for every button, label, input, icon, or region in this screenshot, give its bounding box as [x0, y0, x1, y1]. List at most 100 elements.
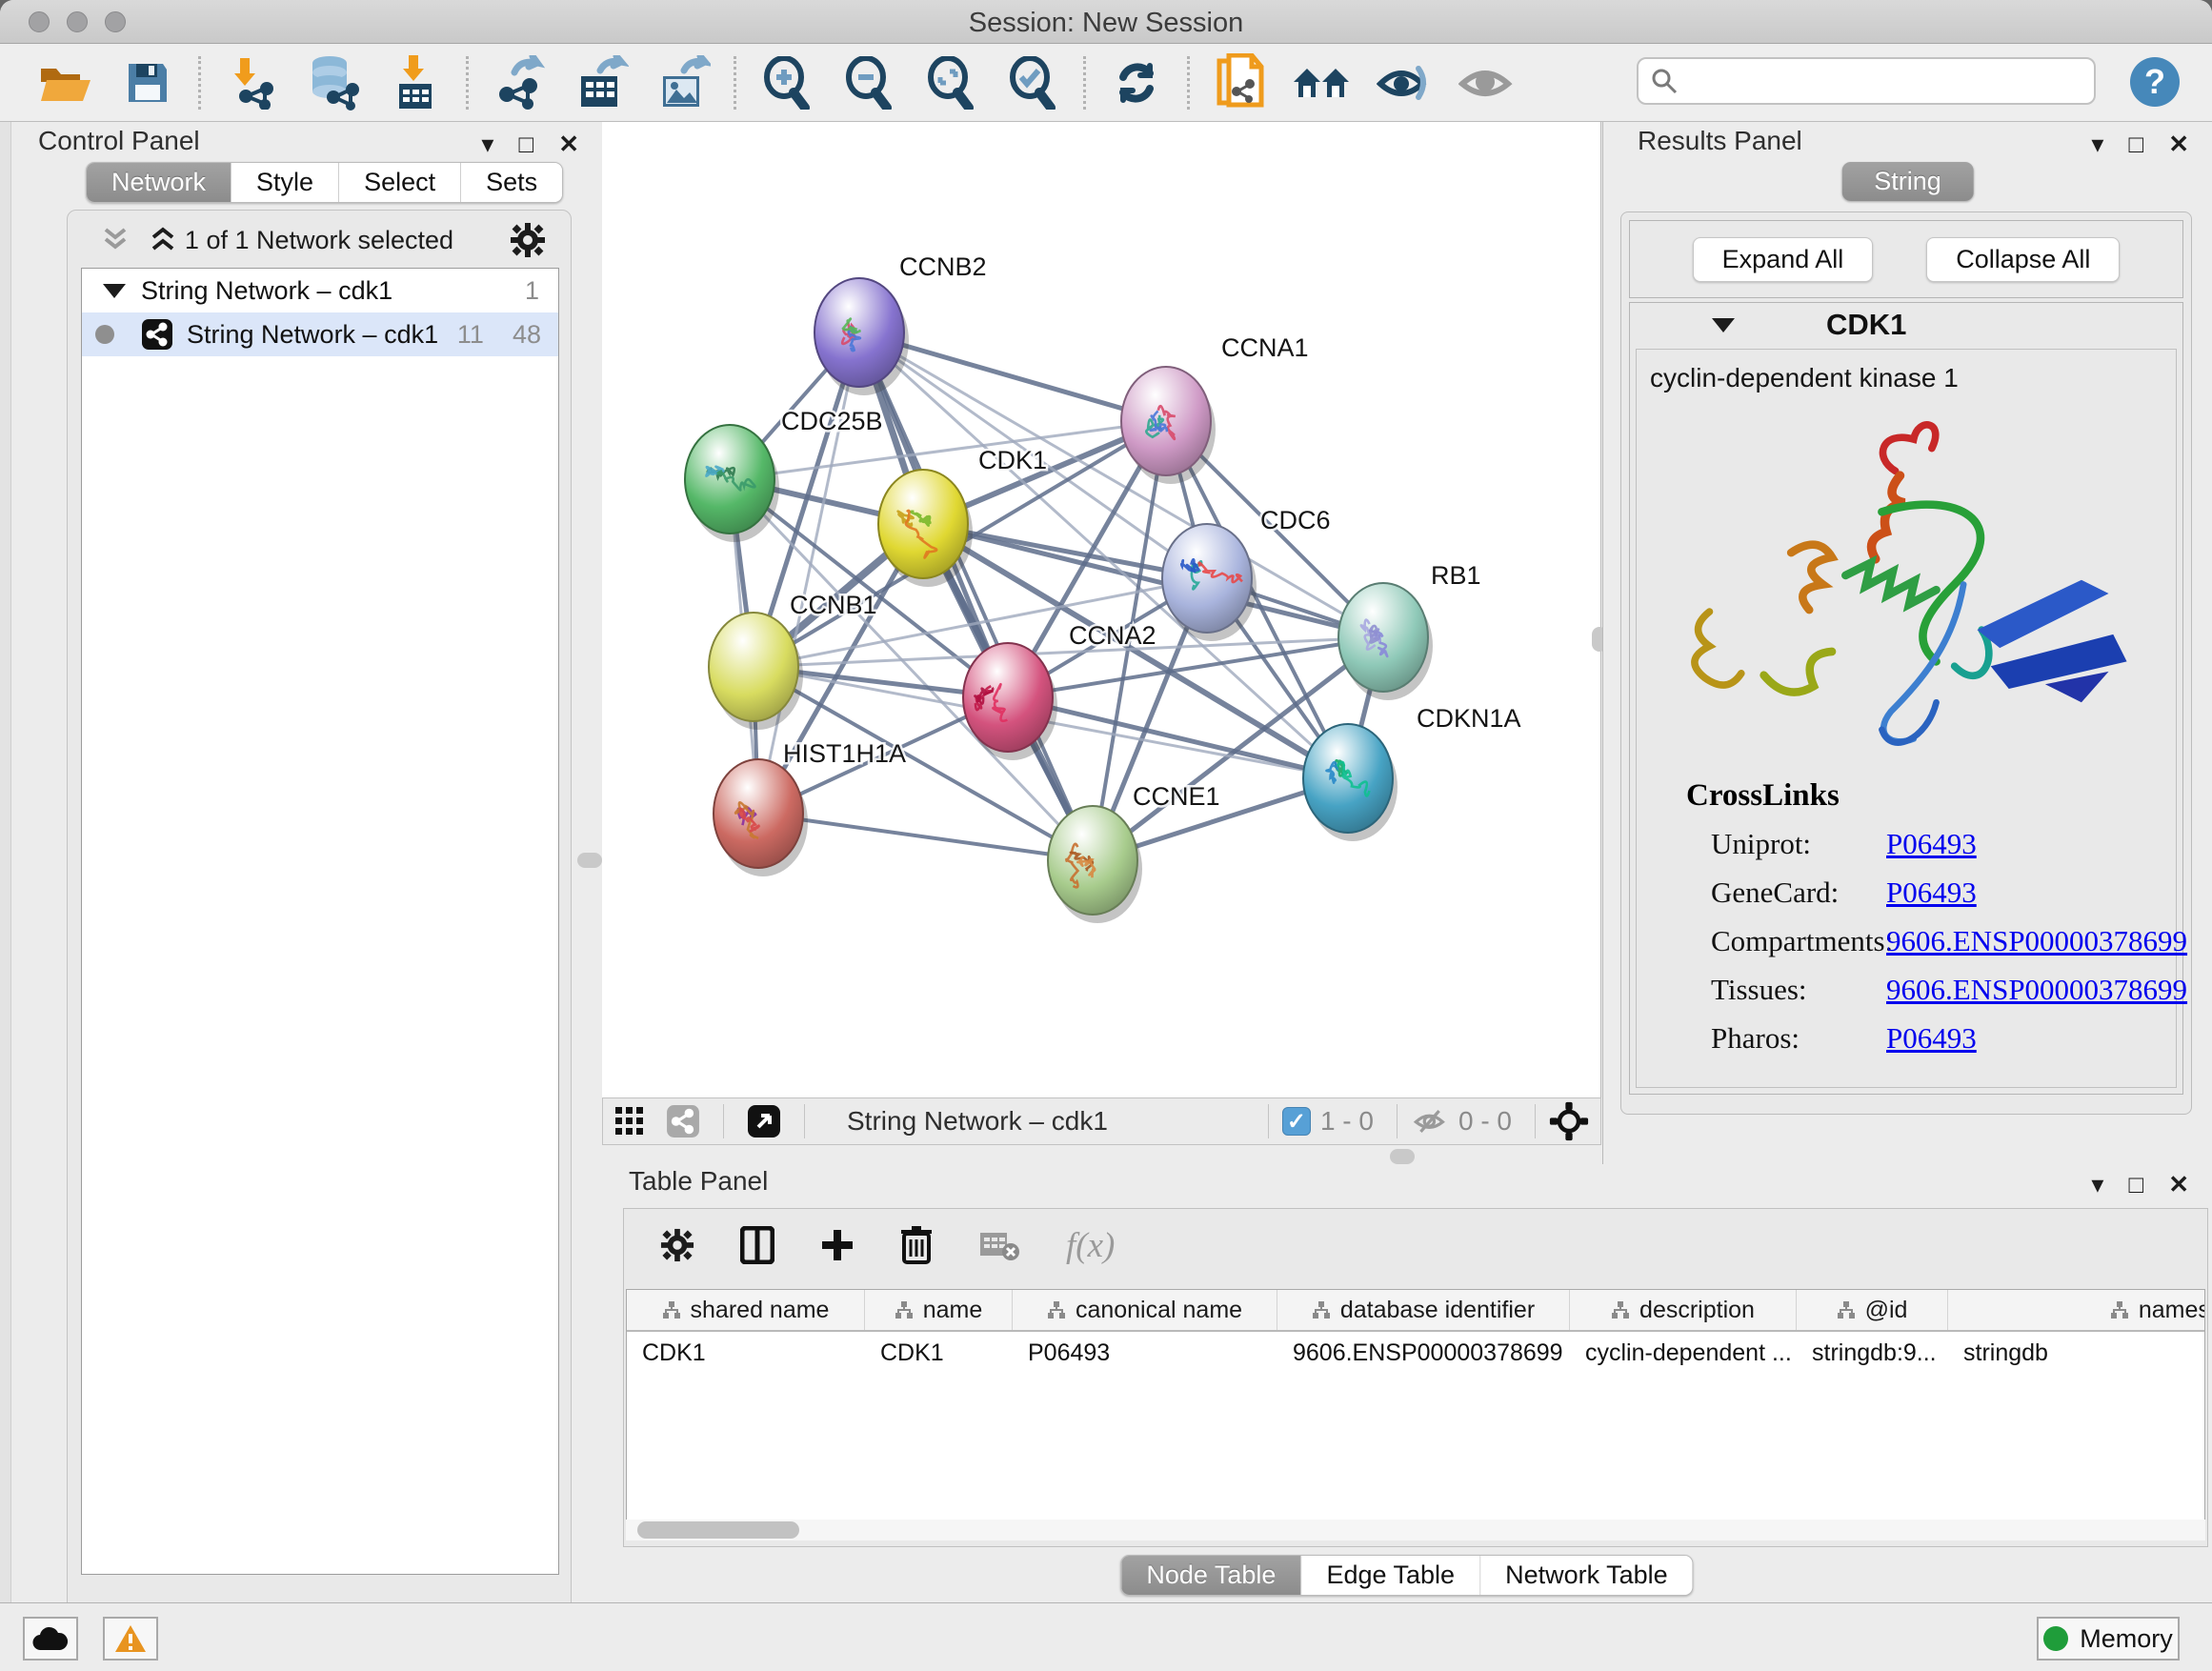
memory-button[interactable]: Memory	[2037, 1617, 2180, 1661]
tab-style[interactable]: Style	[231, 163, 339, 202]
import-network-from-database-button[interactable]	[292, 51, 374, 114]
crosslink-link[interactable]: P06493	[1886, 827, 1977, 861]
cloud-status-button[interactable]	[23, 1617, 78, 1661]
first-neighbors-button[interactable]	[1281, 51, 1363, 114]
network-node-cdkn1a[interactable]: CDKN1A	[1303, 704, 1521, 841]
network-edge[interactable]	[1008, 697, 1348, 778]
column-header[interactable]: namespace	[1948, 1290, 2205, 1330]
refresh-button[interactable]	[1096, 51, 1177, 114]
zoom-selected-button[interactable]	[992, 51, 1074, 114]
grid-view-button[interactable]	[603, 1100, 656, 1142]
save-session-button[interactable]	[107, 51, 189, 114]
horizontal-splitter-handle[interactable]	[1390, 1149, 1415, 1164]
zoom-out-button[interactable]	[828, 51, 910, 114]
network-view-mode-button[interactable]	[656, 1100, 710, 1142]
panel-float-icon[interactable]: □	[2128, 128, 2143, 160]
table-cell[interactable]: stringdb	[1948, 1332, 2205, 1376]
table-horizontal-scrollbar[interactable]	[626, 1520, 2205, 1540]
crosslink-link[interactable]: P06493	[1886, 876, 1977, 910]
tab-edge-table[interactable]: Edge Table	[1301, 1556, 1480, 1595]
search-box[interactable]	[1637, 57, 2096, 105]
protein-card-header[interactable]: CDK1	[1630, 303, 2182, 347]
show-columns-icon[interactable]	[740, 1226, 774, 1264]
network-node-ccnb1[interactable]: CCNB1	[709, 591, 877, 730]
warnings-button[interactable]	[103, 1617, 158, 1661]
share-network-gray-icon	[666, 1104, 700, 1138]
column-header[interactable]: description	[1570, 1290, 1797, 1330]
import-table-from-file-button[interactable]	[374, 51, 456, 114]
collapse-all-button[interactable]: Collapse All	[1926, 237, 2120, 282]
panel-float-icon[interactable]: □	[518, 128, 533, 160]
hide-selection-button[interactable]	[1363, 51, 1445, 114]
table-cell[interactable]: CDK1	[627, 1332, 865, 1376]
open-session-button[interactable]	[25, 51, 107, 114]
network-node-cdc6[interactable]: CDC6	[1162, 506, 1331, 641]
network-node-ccnb2[interactable]: CCNB2	[814, 252, 987, 395]
network-edge[interactable]	[859, 332, 1093, 860]
column-header[interactable]: @id	[1797, 1290, 1948, 1330]
detach-view-button[interactable]	[737, 1100, 791, 1142]
zoom-fit-button[interactable]	[910, 51, 992, 114]
help-button[interactable]: ?	[2130, 57, 2180, 107]
column-header[interactable]: canonical name	[1013, 1290, 1277, 1330]
collapse-card-icon[interactable]	[1712, 318, 1735, 332]
delete-table-icon[interactable]	[978, 1229, 1020, 1261]
panel-float-icon[interactable]: □	[2128, 1168, 2143, 1200]
title-bar: Session: New Session	[0, 0, 2212, 44]
table-options-gear-icon[interactable]	[660, 1228, 694, 1262]
export-network-button[interactable]	[478, 51, 560, 114]
expand-all-button[interactable]: Expand All	[1693, 237, 1874, 282]
network-node-hist1h1a[interactable]: HIST1H1A	[714, 739, 906, 876]
table-row[interactable]: CDK1CDK1P064939606.ENSP00000378699cyclin…	[627, 1332, 2204, 1376]
export-image-button[interactable]	[642, 51, 724, 114]
table-cell[interactable]: cyclin-dependent ...	[1570, 1332, 1797, 1376]
tab-select[interactable]: Select	[339, 163, 461, 202]
show-all-button[interactable]	[1445, 51, 1527, 114]
network-node-rb1[interactable]: RB1	[1338, 561, 1481, 700]
network-collection-row[interactable]: String Network – cdk1 1	[82, 269, 558, 312]
table-cell[interactable]: CDK1	[865, 1332, 1013, 1376]
column-header[interactable]: shared name	[627, 1290, 865, 1330]
tab-sets[interactable]: Sets	[461, 163, 562, 202]
function-builder-icon[interactable]: f(x)	[1066, 1225, 1115, 1266]
panel-close-icon[interactable]: ✕	[2168, 128, 2189, 160]
column-header[interactable]: database identifier	[1277, 1290, 1570, 1330]
crosslink-link[interactable]: P06493	[1886, 1021, 1977, 1056]
panel-close-icon[interactable]: ✕	[558, 128, 579, 160]
network-edge[interactable]	[758, 814, 1093, 860]
delete-column-icon[interactable]	[900, 1226, 933, 1264]
network-node-ccna1[interactable]: CCNA1	[1121, 333, 1309, 484]
network-canvas[interactable]: CCNB2CCNA1CDC25BCDK1CDC6RB1CCNB1CCNA2CDK…	[602, 122, 1601, 1097]
network-row-selected[interactable]: String Network – cdk1 11 48	[82, 312, 558, 356]
left-splitter-handle[interactable]	[577, 853, 602, 868]
table-cell[interactable]: 9606.ENSP00000378699	[1277, 1332, 1570, 1376]
panel-menu-icon[interactable]: ▾	[2091, 128, 2103, 160]
table-cell[interactable]: stringdb:9...	[1797, 1332, 1948, 1376]
navigator-crosshair-icon[interactable]	[1549, 1101, 1589, 1141]
import-network-from-file-button[interactable]	[211, 51, 292, 114]
search-input[interactable]	[1679, 67, 2060, 96]
collection-expander-icon[interactable]	[103, 284, 126, 298]
node-table[interactable]: shared name name canonical name database…	[626, 1289, 2205, 1521]
table-cell[interactable]: P06493	[1013, 1332, 1277, 1376]
selected-checkbox-icon[interactable]: ✓	[1282, 1107, 1311, 1136]
tab-node-table[interactable]: Node Table	[1121, 1556, 1301, 1595]
panel-close-icon[interactable]: ✕	[2168, 1168, 2189, 1200]
zoom-in-button[interactable]	[746, 51, 828, 114]
scrollbar-thumb[interactable]	[637, 1521, 799, 1539]
add-column-icon[interactable]	[820, 1228, 855, 1262]
table-icon	[581, 76, 617, 107]
panel-menu-icon[interactable]: ▾	[481, 128, 493, 160]
clone-network-button[interactable]	[1199, 51, 1281, 114]
tab-string[interactable]: String	[1841, 162, 1974, 201]
column-header[interactable]: name	[865, 1290, 1013, 1330]
export-table-button[interactable]	[560, 51, 642, 114]
tab-network-table[interactable]: Network Table	[1480, 1556, 1693, 1595]
panel-menu-icon[interactable]: ▾	[2091, 1168, 2103, 1200]
crosslink-link[interactable]: 9606.ENSP00000378699	[1886, 924, 2187, 958]
crosslink-label: Pharos:	[1686, 1021, 1886, 1056]
tab-network[interactable]: Network	[87, 163, 231, 202]
network-options-gear-icon[interactable]	[510, 222, 546, 258]
crosslink-link[interactable]: 9606.ENSP00000378699	[1886, 973, 2187, 1007]
network-node-ccne1[interactable]: CCNE1	[1048, 782, 1220, 923]
